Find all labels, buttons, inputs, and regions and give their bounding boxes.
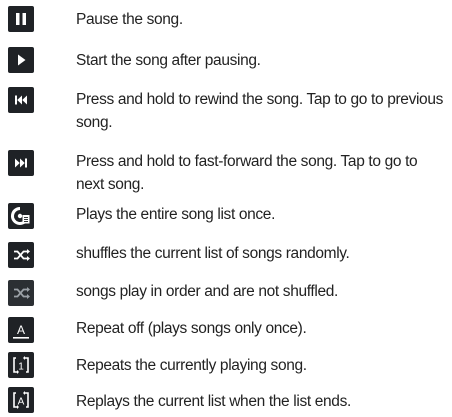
item-description: Press and hold to rewind the song. Tap t… [76,91,443,131]
item-description: Start the song after pausing. [76,52,261,69]
repeat-one-icon: 1 [8,352,34,378]
play-icon [8,47,34,73]
repeat-all-icon: A [8,387,34,413]
play-list-once-icon [8,203,34,229]
item-description: shuffles the current list of songs rando… [76,245,350,262]
item-description: Replays the current list when the list e… [76,393,351,410]
repeat-off-icon: A [8,317,34,343]
item-description: Repeats the currently playing song. [76,357,307,374]
fast-forward-next-icon [8,150,34,176]
svg-text:A: A [18,397,25,408]
pause-icon [8,6,34,32]
item-description: Repeat off (plays songs only once). [76,320,307,337]
item-description: songs play in order and are not shuffled… [76,283,338,300]
shuffle-off-icon [8,280,34,306]
shuffle-on-icon [8,242,34,268]
item-description: Pause the song. [76,11,183,28]
item-description: Press and hold to fast-forward the song.… [76,153,418,193]
svg-text:1: 1 [18,362,24,373]
rewind-previous-icon [8,87,34,113]
item-description: Plays the entire song list once. [76,206,276,223]
svg-text:A: A [17,323,25,337]
